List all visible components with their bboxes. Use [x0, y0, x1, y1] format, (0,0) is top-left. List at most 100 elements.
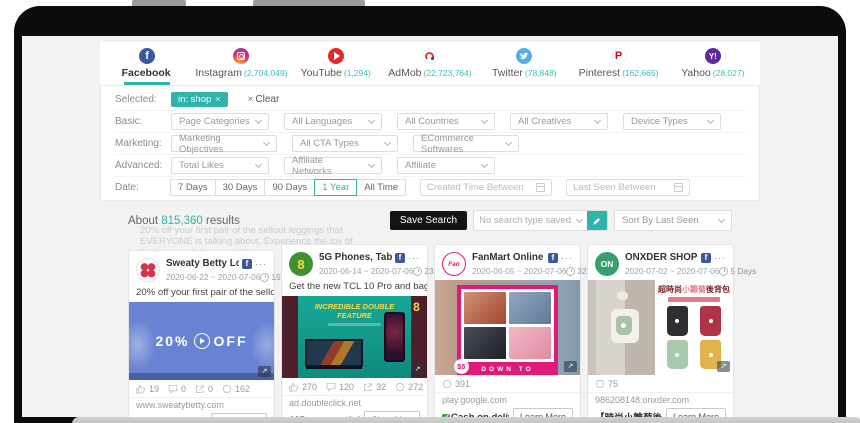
tab-twitter[interactable]: Twitter(78,848) [477, 42, 571, 85]
select-creatives[interactable]: All Creatives [510, 113, 608, 130]
select-page-categories[interactable]: Page Categories [171, 113, 269, 130]
clear-x-icon: × [248, 94, 254, 105]
expand-icon[interactable] [258, 366, 271, 377]
chip-remove-icon[interactable]: × [215, 94, 220, 104]
select-countries[interactable]: All Countries [397, 113, 495, 130]
selected-chip-in-shop[interactable]: in: shop× [171, 92, 228, 107]
ad-creative-image[interactable]: 20% OFF [129, 302, 274, 380]
advertiser-title[interactable]: FanMart Online Shopping - F... [472, 252, 545, 263]
chevron-down-icon [505, 139, 512, 146]
select-cta-types[interactable]: All CTA Types [292, 135, 398, 152]
more-menu-icon[interactable]: ··· [408, 255, 420, 261]
ad-duration: 5 Days [730, 266, 756, 276]
ad-domain-link[interactable]: 986208148.onxder.com [588, 393, 733, 406]
advertiser-title[interactable]: ONXDER SHOP [625, 252, 698, 263]
backpack-photo [667, 306, 688, 336]
date-label: Date: [115, 182, 171, 193]
expand-icon[interactable] [717, 361, 730, 372]
tab-youtube[interactable]: YouTube(1,294) [289, 42, 383, 85]
range-all-time[interactable]: All Time [356, 179, 406, 196]
network-tabbar: f Facebook Instagram(2,704,049) YouTube(… [100, 42, 760, 86]
thumbs-up-icon [136, 384, 146, 394]
calendar-icon [536, 183, 545, 192]
reach-icon [222, 384, 232, 394]
ad-creative-image[interactable]: INCREDIBLE DOUBLE FEATURE 8 [282, 296, 427, 378]
tab-yahoo[interactable]: Y! Yahoo(28,027) [666, 42, 760, 85]
ribbon-graphic [668, 297, 720, 302]
chevron-down-icon [718, 216, 725, 223]
youtube-icon [328, 48, 344, 64]
expand-icon[interactable] [411, 364, 424, 375]
share-icon [363, 382, 373, 392]
ad-domain-link[interactable]: play.google.com [435, 393, 580, 406]
tablet-base [72, 417, 860, 423]
saved-search-dropdown[interactable]: No search type saved [473, 210, 608, 231]
instagram-icon [233, 48, 249, 64]
sort-dropdown[interactable]: Sort By Last Seen [614, 210, 732, 231]
range-30-days[interactable]: 30 Days [215, 179, 266, 196]
ad-domain-link[interactable]: ad.doubleclick.net [282, 396, 427, 409]
facebook-icon: f [139, 48, 155, 64]
select-total-likes[interactable]: Total Likes [171, 157, 269, 174]
expand-icon[interactable] [564, 361, 577, 372]
facebook-icon: f [242, 259, 252, 269]
select-ecommerce-softwares[interactable]: ECommerce Softwares [413, 135, 519, 152]
screen: f Facebook Instagram(2,704,049) YouTube(… [22, 36, 838, 417]
ad-card-fanmart: Fan FanMart Online Shopping - F... f ···… [434, 244, 581, 417]
share-icon [195, 384, 205, 394]
select-affiliate[interactable]: Affiliate [397, 157, 495, 174]
comment-icon [326, 382, 336, 392]
active-tab-underline [124, 82, 170, 85]
twitter-icon [516, 48, 532, 64]
learn-more-button[interactable]: Learn More [666, 408, 726, 417]
tab-admob[interactable]: AdMob(22,723,764) [383, 42, 477, 85]
learn-more-button[interactable]: Learn More [513, 408, 573, 417]
more-menu-icon[interactable]: ··· [561, 255, 573, 261]
more-menu-icon[interactable]: ··· [255, 261, 267, 267]
advertiser-title[interactable]: Sweaty Betty London | Wom... [166, 258, 239, 269]
phone-graphic [384, 312, 406, 361]
ad-creative-image[interactable]: $5 DOWN TO [435, 280, 580, 375]
reach-icon [395, 382, 405, 392]
chevron-down-icon [368, 161, 375, 168]
save-search-button[interactable]: Save Search [390, 211, 467, 230]
clear-filters-button[interactable]: ×Clear [248, 94, 280, 105]
more-menu-icon[interactable]: ··· [714, 255, 726, 261]
play-icon[interactable] [194, 333, 210, 349]
ad-domain-link[interactable]: www.sweatybetty.com [129, 398, 274, 411]
advanced-label: Advanced: [115, 160, 171, 171]
range-1-year[interactable]: 1 Year [314, 179, 357, 196]
basic-filter-row: Basic: Page Categories All Languages All… [115, 110, 745, 132]
created-time-between-input[interactable]: Created Time Between [420, 179, 552, 196]
tablet-frame: f Facebook Instagram(2,704,049) YouTube(… [14, 6, 846, 423]
select-affiliate-networks[interactable]: Affiliate Networks [284, 157, 382, 174]
tab-pinterest[interactable]: P Pinterest(162,665) [571, 42, 665, 85]
chevron-down-icon [263, 139, 270, 146]
select-marketing-objectives[interactable]: Marketing Objectives [171, 135, 277, 152]
tab-instagram[interactable]: Instagram(2,704,049) [194, 42, 288, 85]
chevron-down-icon [594, 117, 601, 124]
select-languages[interactable]: All Languages [284, 113, 382, 130]
reach-icon [595, 379, 605, 389]
tab-label: Yahoo [681, 67, 711, 79]
tab-facebook[interactable]: f Facebook [100, 42, 194, 85]
chevron-down-icon [368, 117, 375, 124]
selected-label: Selected: [115, 94, 171, 105]
last-seen-between-input[interactable]: Last Seen Between [566, 179, 690, 196]
advertiser-title[interactable]: 5G Phones, Tablets & SIMs | ... [319, 252, 392, 263]
ad-creative-image[interactable]: 超時尚小雛菊後背包 [588, 280, 733, 375]
ad-date-range: 2020-06-14 ~ 2020-07-06 [319, 266, 413, 276]
chevron-down-icon [481, 161, 488, 168]
tab-label: Pinterest [579, 67, 620, 79]
shoe-photo [509, 327, 551, 359]
reach-icon [442, 379, 452, 389]
ad-date-range: 2020-06-22 ~ 2020-07-06 [166, 272, 260, 282]
chevron-down-icon [576, 216, 583, 223]
pencil-icon [592, 216, 602, 226]
edit-saved-search-button[interactable] [587, 211, 607, 230]
advertiser-logo: 8 [289, 252, 313, 276]
range-7-days[interactable]: 7 Days [170, 179, 216, 196]
range-90-days[interactable]: 90 Days [264, 179, 315, 196]
select-device-types[interactable]: Device Types [623, 113, 721, 130]
ad-body-text: Get the new TCL 10 Pro and bag a free TC… [282, 280, 427, 296]
